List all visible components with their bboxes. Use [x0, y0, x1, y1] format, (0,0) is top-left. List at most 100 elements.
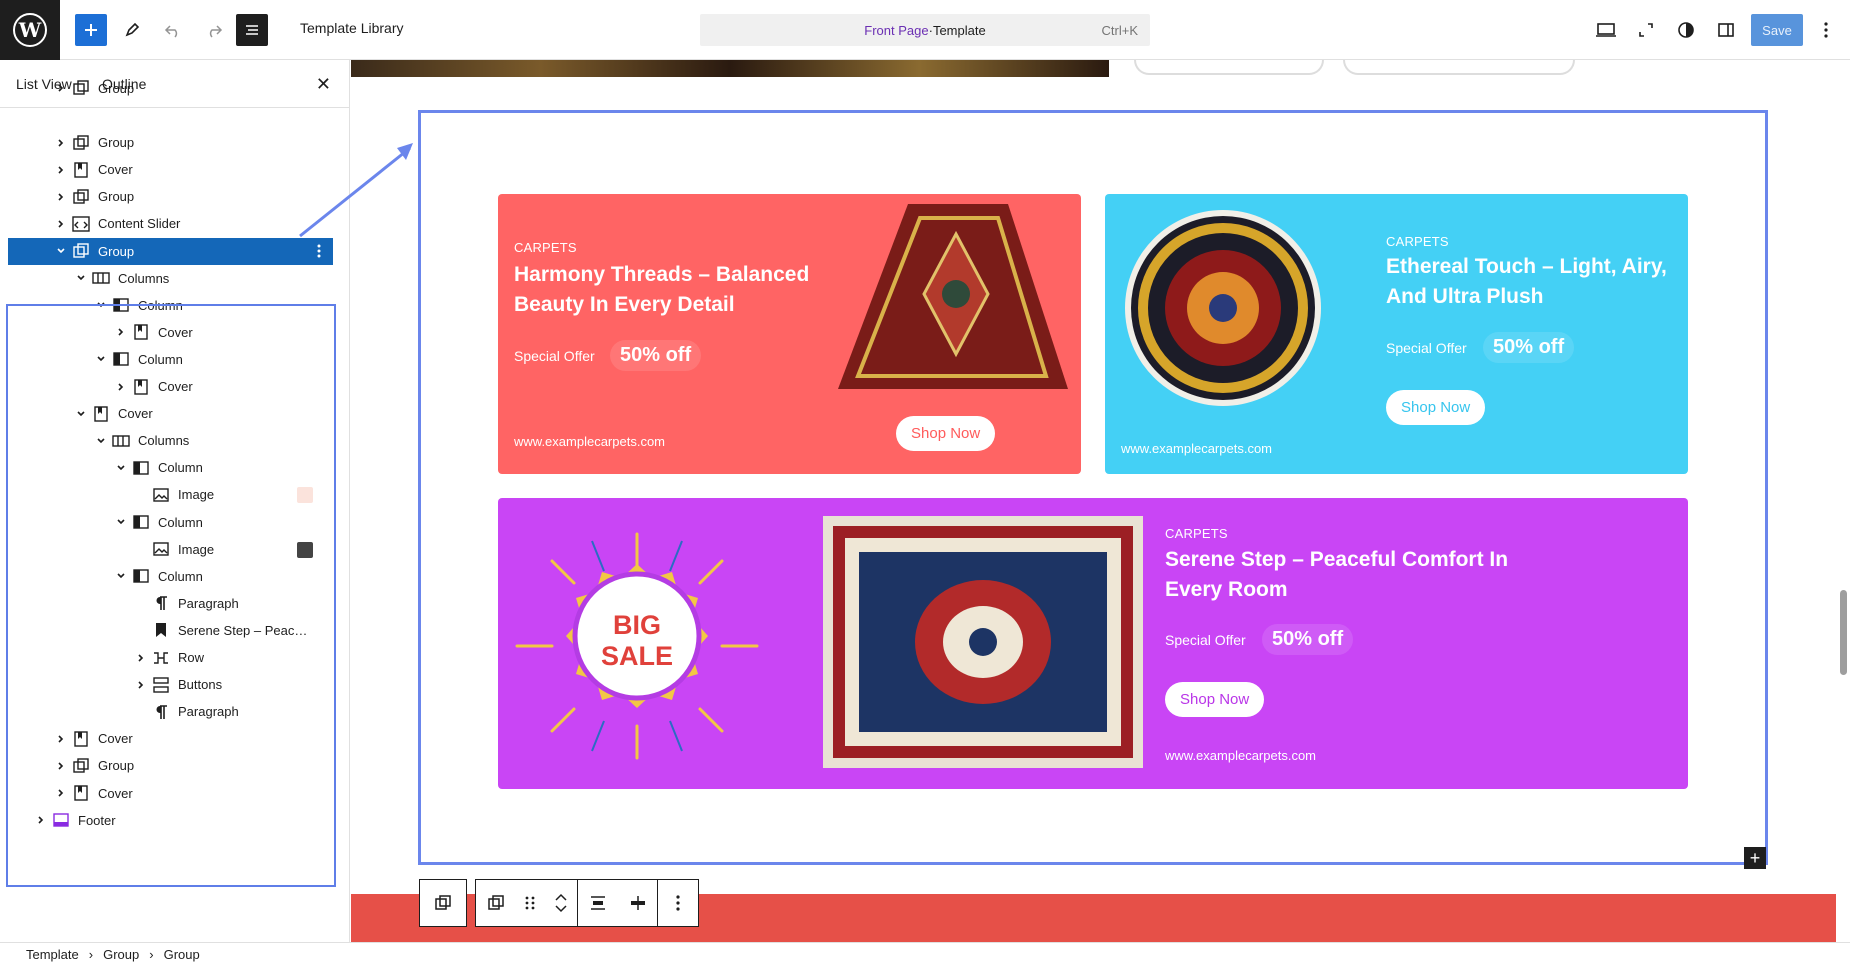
- tree-item[interactable]: Image: [8, 481, 333, 508]
- special-offer-label: Special Offer: [1386, 340, 1467, 356]
- group-icon[interactable]: [476, 880, 516, 926]
- pencil-icon[interactable]: [116, 14, 148, 46]
- discount-badge: 50% off: [1262, 624, 1354, 655]
- list-view-button[interactable]: [236, 14, 268, 46]
- chevron-right-icon[interactable]: [54, 190, 68, 204]
- shop-now-button[interactable]: Shop Now: [1386, 390, 1486, 425]
- scrollbar-thumb[interactable]: [1840, 590, 1847, 675]
- tree-item[interactable]: Content Slider: [8, 210, 333, 237]
- tree-item-label: Image: [178, 487, 215, 503]
- more-options-icon[interactable]: [1810, 14, 1842, 46]
- tree-item-label: Buttons: [178, 677, 223, 693]
- group-icon: [72, 757, 90, 775]
- tree-item[interactable]: Image: [8, 536, 333, 563]
- chevron-right-icon[interactable]: [134, 678, 148, 692]
- undo-icon[interactable]: [157, 14, 189, 46]
- breadcrumb-item[interactable]: Template: [26, 947, 79, 962]
- tree-item[interactable]: Columns: [8, 265, 333, 292]
- move-up-down-icon[interactable]: [544, 880, 578, 926]
- tree-item[interactable]: Paragraph: [8, 698, 333, 725]
- tree-item[interactable]: Column: [8, 292, 333, 319]
- parent-selector[interactable]: [419, 879, 467, 927]
- chevron-right-icon[interactable]: [54, 81, 68, 95]
- tree-item[interactable]: Serene Step – Peac…: [8, 617, 333, 644]
- tree-item[interactable]: Cover: [8, 373, 333, 400]
- tree-item[interactable]: Group: [8, 129, 333, 156]
- tree-item[interactable]: Group: [8, 752, 333, 779]
- image-thumbnail: [297, 487, 313, 504]
- chevron-right-icon[interactable]: [114, 325, 128, 339]
- group-icon[interactable]: [420, 880, 466, 926]
- card-category: CARPETS: [1386, 234, 1449, 249]
- tree-item[interactable]: Group: [8, 183, 333, 210]
- tree-item[interactable]: Footer: [8, 807, 333, 834]
- chevron-right-icon[interactable]: [34, 813, 48, 827]
- chevron-down-icon[interactable]: [94, 434, 108, 448]
- chevron-right-icon[interactable]: [54, 217, 68, 231]
- tree-item[interactable]: Group: [8, 80, 333, 96]
- tree-item[interactable]: Cover: [8, 400, 333, 427]
- fullscreen-icon[interactable]: [1630, 14, 1662, 46]
- settings-sidebar-icon[interactable]: [1710, 14, 1742, 46]
- chevron-down-icon[interactable]: [114, 461, 128, 475]
- chevron-down-icon[interactable]: [54, 244, 68, 258]
- tree-item[interactable]: Column: [8, 454, 333, 481]
- redo-icon[interactable]: [198, 14, 230, 46]
- chevron-down-icon[interactable]: [94, 352, 108, 366]
- chevron-right-icon[interactable]: [114, 380, 128, 394]
- add-block-button[interactable]: [75, 14, 107, 46]
- tree-item[interactable]: Column: [8, 346, 333, 373]
- shop-now-button[interactable]: Shop Now: [896, 416, 996, 451]
- chevron-right-icon[interactable]: [54, 136, 68, 150]
- chevron-down-icon[interactable]: [74, 407, 88, 421]
- block-options-icon[interactable]: [658, 880, 698, 926]
- promo-card-red[interactable]: CARPETS Harmony Threads – Balanced Beaut…: [498, 194, 1081, 474]
- tree-item[interactable]: Paragraph: [8, 590, 333, 617]
- tree-item[interactable]: Cover: [8, 319, 333, 346]
- tree-item[interactable]: Column: [8, 563, 333, 590]
- desktop-preview-icon[interactable]: [1590, 14, 1622, 46]
- styles-icon[interactable]: [1670, 14, 1702, 46]
- tree-item[interactable]: Column: [8, 509, 333, 536]
- wordpress-logo-icon[interactable]: W: [0, 0, 60, 60]
- tree-item[interactable]: Cover: [8, 780, 333, 807]
- command-palette-button[interactable]: Front Page · Template Ctrl+K: [700, 14, 1150, 46]
- tree-item[interactable]: Group: [8, 237, 333, 265]
- chevron-right-icon[interactable]: [54, 732, 68, 746]
- chevron-down-icon[interactable]: [74, 271, 88, 285]
- code-icon: [72, 215, 90, 233]
- canvas-scrollbar[interactable]: [1836, 60, 1850, 942]
- promo-card-blue[interactable]: CARPETS Ethereal Touch – Light, Airy, An…: [1105, 194, 1688, 474]
- column-icon: [112, 350, 130, 368]
- editor-canvas[interactable]: CARPETS Harmony Threads – Balanced Beaut…: [351, 60, 1836, 942]
- breadcrumb-item[interactable]: Group: [103, 947, 139, 962]
- chevron-down-icon[interactable]: [114, 515, 128, 529]
- item-options-icon[interactable]: [317, 243, 321, 262]
- hero-button[interactable]: [1343, 60, 1575, 75]
- svg-text:W: W: [18, 18, 42, 42]
- add-block-inserter[interactable]: +: [1744, 847, 1766, 869]
- chevron-right-icon[interactable]: [54, 786, 68, 800]
- breadcrumb-item[interactable]: Group: [164, 947, 200, 962]
- drag-handle-icon[interactable]: [516, 880, 544, 926]
- promo-card-purple[interactable]: BIG SALE CARPETS Serene Step – Peaceful C…: [498, 498, 1688, 789]
- tree-item[interactable]: Cover: [8, 156, 333, 183]
- tree-item[interactable]: Row: [8, 644, 333, 671]
- shop-now-button[interactable]: Shop Now: [1165, 682, 1265, 717]
- chevron-down-icon[interactable]: [94, 298, 108, 312]
- tree-item-label: Group: [98, 135, 135, 151]
- chevron-right-icon[interactable]: [134, 651, 148, 665]
- rug-image: [828, 194, 1078, 394]
- chevron-right-icon[interactable]: [54, 759, 68, 773]
- card-category: CARPETS: [514, 240, 577, 255]
- save-button[interactable]: Save: [1751, 14, 1803, 46]
- tree-item-label: Cover: [118, 406, 153, 422]
- tree-item[interactable]: Cover: [8, 725, 333, 752]
- justify-icon[interactable]: [618, 880, 658, 926]
- chevron-right-icon[interactable]: [54, 163, 68, 177]
- tree-item[interactable]: Columns: [8, 427, 333, 454]
- hero-button[interactable]: [1134, 60, 1324, 75]
- tree-item[interactable]: Buttons: [8, 671, 333, 698]
- chevron-down-icon[interactable]: [114, 569, 128, 583]
- align-icon[interactable]: [578, 880, 618, 926]
